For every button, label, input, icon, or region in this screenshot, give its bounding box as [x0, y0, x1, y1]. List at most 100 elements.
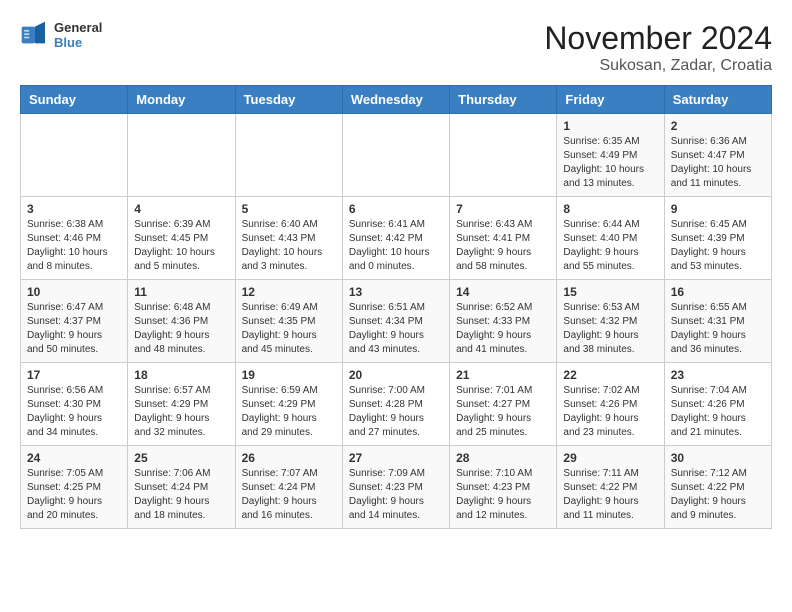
day-info: Sunset: 4:23 PM — [349, 481, 443, 495]
day-info: Sunset: 4:45 PM — [134, 232, 228, 246]
logo-line2: Blue — [54, 35, 102, 50]
day-info: Daylight: 9 hours and 53 minutes. — [671, 246, 765, 274]
day-info: Sunset: 4:26 PM — [671, 398, 765, 412]
calendar-header-wednesday: Wednesday — [342, 86, 449, 114]
day-info: Sunrise: 7:11 AM — [563, 467, 657, 481]
day-info: Daylight: 9 hours and 27 minutes. — [349, 412, 443, 440]
logo-text: General Blue — [54, 20, 102, 50]
calendar-cell: 2Sunrise: 6:36 AMSunset: 4:47 PMDaylight… — [664, 114, 771, 197]
day-info: Daylight: 9 hours and 20 minutes. — [27, 495, 121, 523]
day-number: 28 — [456, 451, 550, 465]
day-info: Sunrise: 6:36 AM — [671, 135, 765, 149]
day-info: Sunrise: 6:39 AM — [134, 218, 228, 232]
calendar-cell: 13Sunrise: 6:51 AMSunset: 4:34 PMDayligh… — [342, 280, 449, 363]
day-info: Daylight: 9 hours and 18 minutes. — [134, 495, 228, 523]
day-info: Daylight: 9 hours and 43 minutes. — [349, 329, 443, 357]
day-info: Sunset: 4:43 PM — [242, 232, 336, 246]
calendar-cell: 25Sunrise: 7:06 AMSunset: 4:24 PMDayligh… — [128, 446, 235, 529]
day-info: Daylight: 10 hours and 5 minutes. — [134, 246, 228, 274]
day-number: 4 — [134, 202, 228, 216]
day-info: Sunrise: 6:53 AM — [563, 301, 657, 315]
day-info: Daylight: 9 hours and 55 minutes. — [563, 246, 657, 274]
day-info: Sunset: 4:35 PM — [242, 315, 336, 329]
day-number: 11 — [134, 285, 228, 299]
calendar-cell: 10Sunrise: 6:47 AMSunset: 4:37 PMDayligh… — [21, 280, 128, 363]
day-info: Sunset: 4:28 PM — [349, 398, 443, 412]
calendar-cell — [342, 114, 449, 197]
day-info: Sunset: 4:47 PM — [671, 149, 765, 163]
calendar-cell — [450, 114, 557, 197]
day-info: Sunset: 4:27 PM — [456, 398, 550, 412]
day-info: Sunset: 4:40 PM — [563, 232, 657, 246]
day-number: 5 — [242, 202, 336, 216]
calendar-cell: 6Sunrise: 6:41 AMSunset: 4:42 PMDaylight… — [342, 197, 449, 280]
day-info: Sunrise: 6:41 AM — [349, 218, 443, 232]
calendar-cell — [235, 114, 342, 197]
day-info: Sunrise: 7:05 AM — [27, 467, 121, 481]
day-number: 25 — [134, 451, 228, 465]
day-info: Sunset: 4:33 PM — [456, 315, 550, 329]
day-info: Sunset: 4:30 PM — [27, 398, 121, 412]
day-info: Sunset: 4:32 PM — [563, 315, 657, 329]
day-info: Sunset: 4:29 PM — [134, 398, 228, 412]
page-header: General Blue November 2024 Sukosan, Zada… — [20, 20, 772, 75]
day-info: Sunset: 4:24 PM — [134, 481, 228, 495]
calendar-week-row: 17Sunrise: 6:56 AMSunset: 4:30 PMDayligh… — [21, 363, 772, 446]
day-info: Daylight: 9 hours and 38 minutes. — [563, 329, 657, 357]
day-info: Daylight: 9 hours and 41 minutes. — [456, 329, 550, 357]
day-info: Daylight: 9 hours and 16 minutes. — [242, 495, 336, 523]
calendar-header-friday: Friday — [557, 86, 664, 114]
day-info: Daylight: 9 hours and 9 minutes. — [671, 495, 765, 523]
calendar-cell: 22Sunrise: 7:02 AMSunset: 4:26 PMDayligh… — [557, 363, 664, 446]
day-info: Sunrise: 6:55 AM — [671, 301, 765, 315]
calendar-week-row: 3Sunrise: 6:38 AMSunset: 4:46 PMDaylight… — [21, 197, 772, 280]
day-number: 30 — [671, 451, 765, 465]
calendar-cell: 19Sunrise: 6:59 AMSunset: 4:29 PMDayligh… — [235, 363, 342, 446]
day-info: Sunset: 4:39 PM — [671, 232, 765, 246]
calendar-cell: 5Sunrise: 6:40 AMSunset: 4:43 PMDaylight… — [235, 197, 342, 280]
day-info: Sunrise: 6:40 AM — [242, 218, 336, 232]
day-info: Sunset: 4:31 PM — [671, 315, 765, 329]
calendar-cell: 9Sunrise: 6:45 AMSunset: 4:39 PMDaylight… — [664, 197, 771, 280]
day-info: Sunrise: 7:07 AM — [242, 467, 336, 481]
calendar-cell: 14Sunrise: 6:52 AMSunset: 4:33 PMDayligh… — [450, 280, 557, 363]
day-info: Daylight: 9 hours and 36 minutes. — [671, 329, 765, 357]
calendar-cell: 27Sunrise: 7:09 AMSunset: 4:23 PMDayligh… — [342, 446, 449, 529]
day-info: Sunrise: 7:02 AM — [563, 384, 657, 398]
day-number: 18 — [134, 368, 228, 382]
day-info: Daylight: 9 hours and 32 minutes. — [134, 412, 228, 440]
day-info: Sunrise: 7:10 AM — [456, 467, 550, 481]
calendar-header-saturday: Saturday — [664, 86, 771, 114]
day-info: Sunrise: 6:59 AM — [242, 384, 336, 398]
day-number: 14 — [456, 285, 550, 299]
calendar-cell: 16Sunrise: 6:55 AMSunset: 4:31 PMDayligh… — [664, 280, 771, 363]
calendar-cell: 8Sunrise: 6:44 AMSunset: 4:40 PMDaylight… — [557, 197, 664, 280]
day-number: 27 — [349, 451, 443, 465]
day-info: Daylight: 9 hours and 29 minutes. — [242, 412, 336, 440]
day-info: Daylight: 10 hours and 11 minutes. — [671, 163, 765, 191]
day-info: Daylight: 10 hours and 8 minutes. — [27, 246, 121, 274]
day-number: 22 — [563, 368, 657, 382]
day-info: Sunrise: 6:35 AM — [563, 135, 657, 149]
day-info: Sunset: 4:22 PM — [671, 481, 765, 495]
day-info: Sunrise: 6:49 AM — [242, 301, 336, 315]
day-info: Sunrise: 6:43 AM — [456, 218, 550, 232]
day-info: Sunset: 4:24 PM — [242, 481, 336, 495]
calendar-week-row: 24Sunrise: 7:05 AMSunset: 4:25 PMDayligh… — [21, 446, 772, 529]
day-number: 8 — [563, 202, 657, 216]
calendar-table: SundayMondayTuesdayWednesdayThursdayFrid… — [20, 85, 772, 529]
day-info: Sunrise: 7:04 AM — [671, 384, 765, 398]
day-info: Sunrise: 7:09 AM — [349, 467, 443, 481]
day-info: Sunrise: 6:56 AM — [27, 384, 121, 398]
day-number: 29 — [563, 451, 657, 465]
day-info: Sunrise: 6:38 AM — [27, 218, 121, 232]
day-info: Daylight: 10 hours and 13 minutes. — [563, 163, 657, 191]
calendar-cell: 15Sunrise: 6:53 AMSunset: 4:32 PMDayligh… — [557, 280, 664, 363]
day-info: Daylight: 9 hours and 50 minutes. — [27, 329, 121, 357]
calendar-cell: 20Sunrise: 7:00 AMSunset: 4:28 PMDayligh… — [342, 363, 449, 446]
calendar-subtitle: Sukosan, Zadar, Croatia — [544, 57, 772, 75]
day-info: Sunrise: 6:47 AM — [27, 301, 121, 315]
calendar-cell — [21, 114, 128, 197]
day-info: Sunset: 4:36 PM — [134, 315, 228, 329]
calendar-cell: 26Sunrise: 7:07 AMSunset: 4:24 PMDayligh… — [235, 446, 342, 529]
